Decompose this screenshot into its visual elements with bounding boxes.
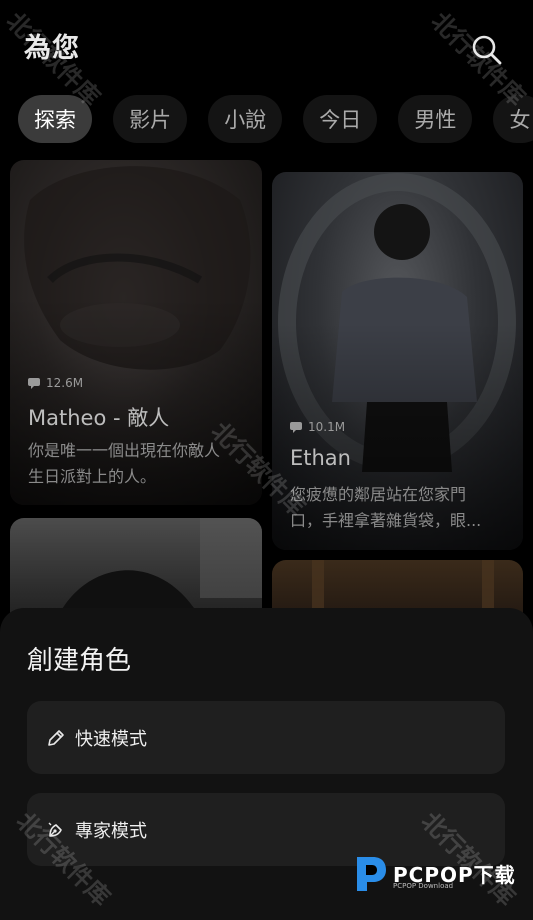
chat-count: 10.1M	[290, 420, 345, 434]
character-name: Ethan	[290, 446, 351, 470]
tab-novels[interactable]: 小說	[208, 95, 283, 143]
pcpop-logo-subtext: PCPOP Download	[393, 882, 454, 890]
pencil-icon	[45, 727, 67, 749]
description-line: 您疲憊的鄰居站在您家門	[290, 485, 467, 504]
pcpop-logo-icon	[357, 857, 386, 891]
description-line: 生日派對上的人。	[28, 467, 157, 486]
character-name: Matheo - 敵人	[28, 406, 170, 430]
chat-count: 12.6M	[28, 376, 83, 390]
chat-count-value: 12.6M	[46, 376, 84, 390]
chat-bubble-icon	[290, 421, 302, 433]
category-tabs: 探索 影片 小說 今日 男性 女	[18, 95, 533, 147]
pcpop-logo: PCPOP下载 PCPOP Download	[353, 855, 523, 895]
quick-mode-button[interactable]: 快速模式	[27, 701, 505, 774]
description-line: 你是唯一一個出現在你敵人	[28, 441, 221, 460]
expert-mode-label: 專家模式	[75, 820, 147, 842]
chat-count-value: 10.1M	[308, 420, 346, 434]
character-image	[56, 518, 262, 620]
tab-male[interactable]: 男性	[398, 95, 473, 143]
tab-videos[interactable]: 影片	[113, 95, 188, 143]
chat-bubble-icon	[28, 377, 40, 389]
app-screen: 為您 探索 影片 小說 今日 男性 女 12.6M Matheo - 敵人 你是…	[0, 0, 533, 920]
character-card[interactable]	[10, 518, 262, 620]
character-description: 您疲憊的鄰居站在您家門 口，手裡拿著雜貨袋，眼...	[290, 482, 481, 534]
tab-today[interactable]: 今日	[303, 95, 378, 143]
quick-mode-label: 快速模式	[75, 728, 147, 750]
character-description: 你是唯一一個出現在你敵人 生日派對上的人。	[28, 438, 220, 490]
sheet-title: 創建角色	[27, 646, 132, 676]
description-line: 口，手裡拿著雜貨袋，眼...	[290, 511, 482, 530]
character-feed: 12.6M Matheo - 敵人 你是唯一一個出現在你敵人 生日派對上的人。 …	[0, 160, 533, 620]
